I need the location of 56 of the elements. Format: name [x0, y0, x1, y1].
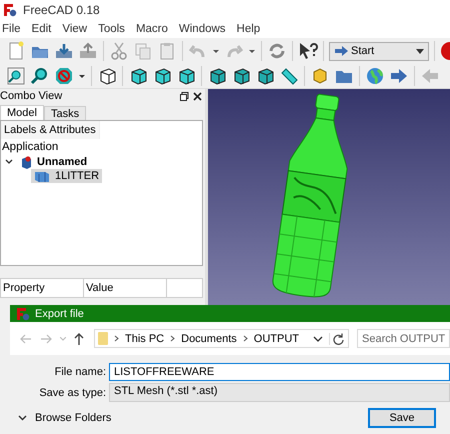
close-icon[interactable]	[193, 92, 202, 100]
arrow-right-icon[interactable]	[389, 66, 409, 86]
field-label: Save as type:	[38, 386, 106, 398]
tab[interactable]: Tasks	[44, 106, 86, 120]
save-icon[interactable]	[54, 41, 74, 61]
chevron-down-icon	[18, 415, 27, 421]
field-label: File name:	[54, 366, 106, 378]
breadcrumb-item[interactable]: Documents	[181, 332, 237, 344]
zoom-fit-icon[interactable]	[6, 66, 26, 86]
app-logo-icon	[16, 306, 30, 320]
chevron-right-icon	[170, 335, 176, 342]
panel-title: Combo View	[0, 90, 64, 102]
menu-item[interactable]: Windows	[178, 23, 226, 35]
address-bar[interactable]: This PC Documents OUTPUT	[94, 329, 349, 348]
mesh-icon	[34, 170, 50, 182]
column-header[interactable]: Value	[84, 279, 167, 297]
menu-item[interactable]: Tools	[98, 23, 125, 35]
float-icon[interactable]	[180, 92, 189, 100]
zoom-icon[interactable]	[30, 66, 50, 86]
tree-item[interactable]: 1LITTER	[31, 169, 102, 183]
chevron-down-icon[interactable]	[5, 158, 13, 166]
document-icon	[20, 156, 32, 168]
tree-item[interactable]: Unnamed	[17, 155, 90, 169]
menu-item[interactable]: Edit	[32, 23, 52, 35]
menu-item[interactable]: Macro	[136, 23, 168, 35]
chevron-right-icon	[242, 335, 248, 342]
breadcrumb-item[interactable]: OUTPUT	[254, 332, 299, 344]
file-name-field[interactable]: LISTOFFREEWARE	[109, 363, 450, 381]
menu-item[interactable]: File	[2, 23, 21, 35]
browse-folders-toggle[interactable]: Browse Folders	[18, 412, 112, 424]
column-header[interactable]: Property	[1, 279, 84, 297]
window-title: FreeCAD 0.18	[23, 3, 100, 17]
breadcrumb-item[interactable]: This PC	[125, 332, 164, 344]
caret-icon	[416, 48, 424, 54]
arrow-right-icon	[334, 46, 348, 56]
file-type-dropdown[interactable]: STL Mesh (*.stl *.ast)	[109, 383, 450, 402]
menu-item[interactable]: View	[62, 23, 88, 35]
folder-icon	[98, 332, 108, 345]
chevron-right-icon	[114, 335, 119, 342]
dialog-title: Export file	[35, 308, 84, 320]
save-button[interactable]: Save	[368, 408, 436, 428]
no-entry-icon[interactable]	[54, 66, 74, 86]
globe-icon[interactable]	[365, 66, 385, 86]
export-icon[interactable]	[78, 41, 98, 61]
ruler-icon[interactable]	[279, 66, 299, 86]
tab[interactable]: Model	[0, 105, 44, 120]
help-cursor-icon[interactable]	[298, 41, 318, 61]
section-header: Labels & Attributes	[1, 121, 100, 139]
menu-item[interactable]: Help	[236, 23, 260, 35]
app-logo-icon	[3, 3, 17, 17]
tree-label: Application	[2, 141, 58, 153]
workbench-dropdown[interactable]: Start	[329, 42, 429, 60]
chevron-down-icon[interactable]	[313, 336, 323, 342]
up-arrow-icon[interactable]	[74, 332, 84, 344]
refresh-icon[interactable]	[329, 332, 344, 344]
search-field[interactable]: Search OUTPUT	[357, 329, 450, 348]
